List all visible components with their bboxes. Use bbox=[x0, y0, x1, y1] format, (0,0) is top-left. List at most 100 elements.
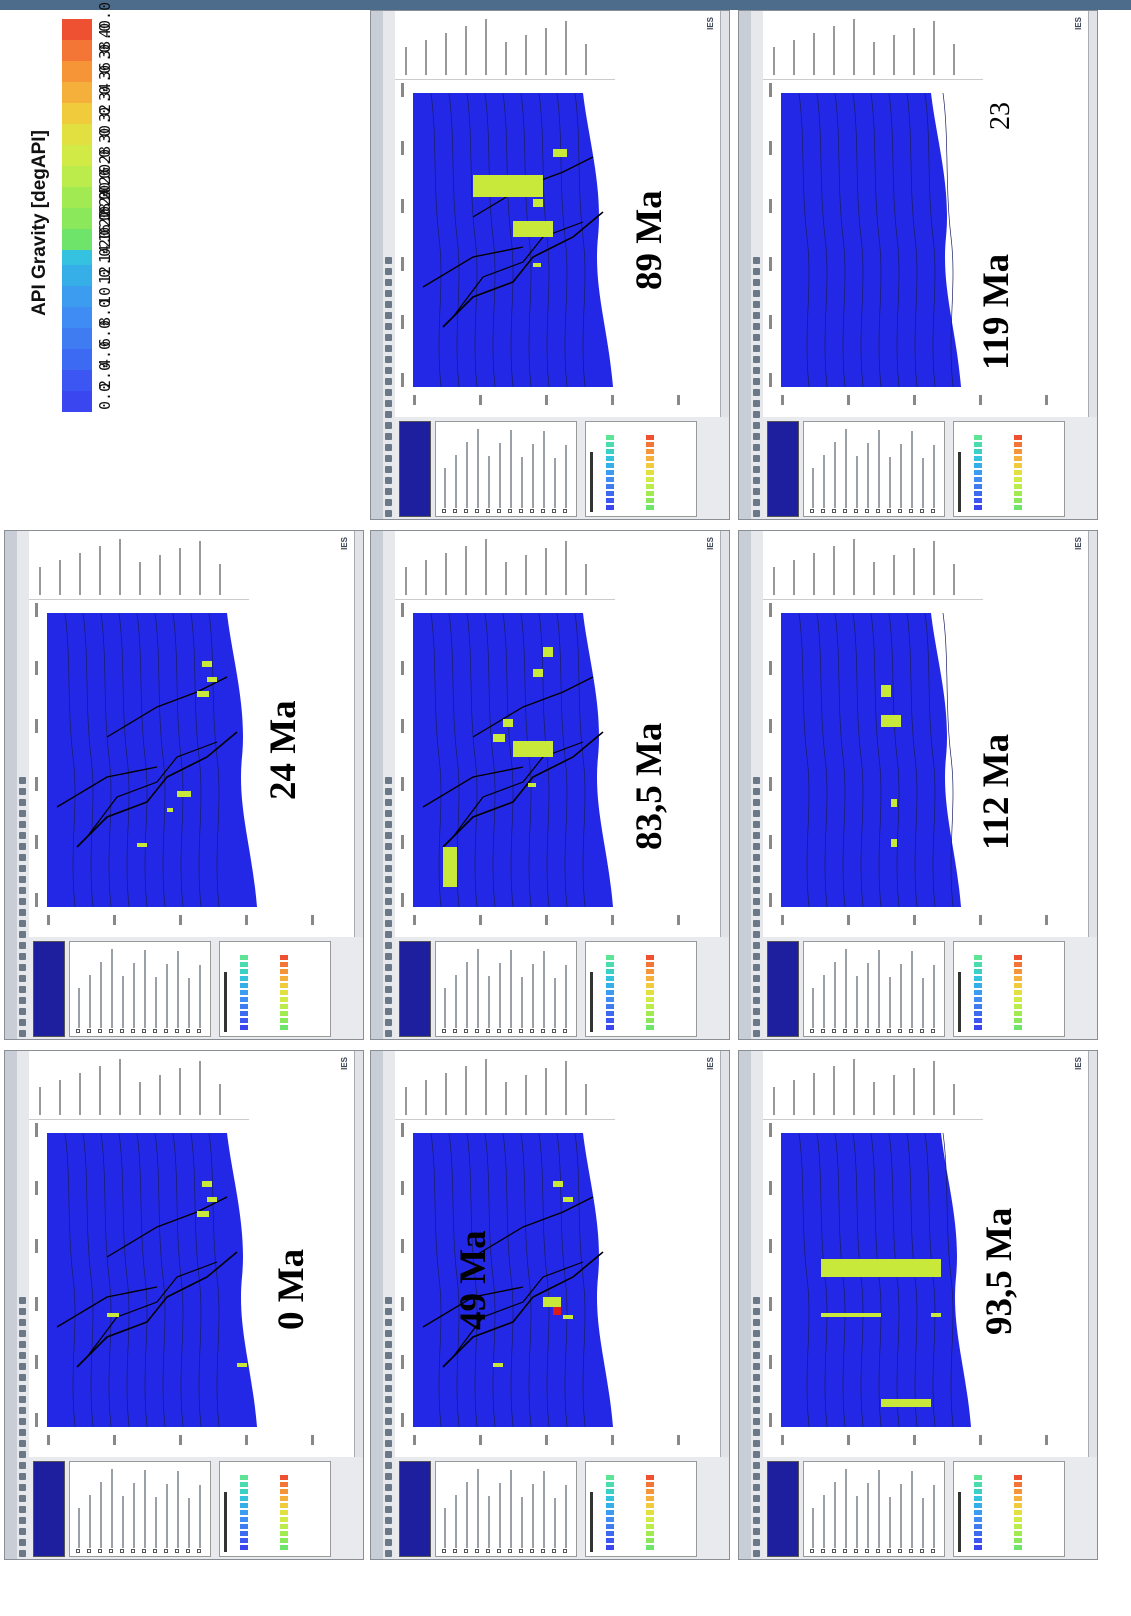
toolbar-tool-icon[interactable] bbox=[753, 920, 760, 927]
toolbar-tool-icon[interactable] bbox=[19, 1330, 26, 1337]
toolbar-tool-icon[interactable] bbox=[385, 777, 392, 784]
tree-checkbox[interactable] bbox=[832, 1029, 836, 1033]
toolbar-tool-icon[interactable] bbox=[385, 1019, 392, 1026]
tree-checkbox[interactable] bbox=[76, 1549, 80, 1553]
toolbar-tool-icon[interactable] bbox=[19, 1539, 26, 1546]
tree-checkbox[interactable] bbox=[876, 1549, 880, 1553]
tree-checkbox[interactable] bbox=[109, 1029, 113, 1033]
toolbar-tool-icon[interactable] bbox=[385, 843, 392, 850]
toolbar-tool-icon[interactable] bbox=[385, 1374, 392, 1381]
toolbar-tool-icon[interactable] bbox=[19, 942, 26, 949]
toolbar-tool-icon[interactable] bbox=[385, 854, 392, 861]
toolbar-tool-icon[interactable] bbox=[753, 499, 760, 506]
toolbar-tool-icon[interactable] bbox=[385, 1451, 392, 1458]
tree-checkbox[interactable] bbox=[541, 509, 545, 513]
tree-checkbox[interactable] bbox=[442, 509, 446, 513]
toolbar-tool-icon[interactable] bbox=[385, 433, 392, 440]
tree-checkbox[interactable] bbox=[109, 1549, 113, 1553]
toolbar-tool-icon[interactable] bbox=[19, 799, 26, 806]
toolbar-tool-icon[interactable] bbox=[385, 422, 392, 429]
toolbar-tool-icon[interactable] bbox=[753, 1341, 760, 1348]
toolbar-tool-icon[interactable] bbox=[385, 323, 392, 330]
tree-checkbox[interactable] bbox=[821, 509, 825, 513]
layer-tree[interactable] bbox=[435, 1461, 577, 1557]
toolbar-tool-icon[interactable] bbox=[19, 1528, 26, 1535]
toolbar-tool-icon[interactable] bbox=[753, 799, 760, 806]
toolbar-tool-icon[interactable] bbox=[753, 1385, 760, 1392]
toolbar-tool-icon[interactable] bbox=[385, 832, 392, 839]
tree-checkbox[interactable] bbox=[120, 1029, 124, 1033]
tree-checkbox[interactable] bbox=[898, 1029, 902, 1033]
toolbar-tool-icon[interactable] bbox=[753, 1019, 760, 1026]
panel-83-5ma[interactable]: IES bbox=[370, 530, 730, 1040]
tree-checkbox[interactable] bbox=[508, 1549, 512, 1553]
toolbar-tool-icon[interactable] bbox=[19, 986, 26, 993]
toolbar-tool-icon[interactable] bbox=[385, 444, 392, 451]
tree-checkbox[interactable] bbox=[442, 1549, 446, 1553]
toolbar-tool-icon[interactable] bbox=[385, 1330, 392, 1337]
toolbar-tool-icon[interactable] bbox=[385, 1473, 392, 1480]
tree-checkbox[interactable] bbox=[909, 1029, 913, 1033]
toolbar-tool-icon[interactable] bbox=[385, 477, 392, 484]
toolbar-tool-icon[interactable] bbox=[385, 1407, 392, 1414]
tree-checkbox[interactable] bbox=[120, 1549, 124, 1553]
toolbar-tool-icon[interactable] bbox=[753, 1396, 760, 1403]
panel-24ma[interactable]: IES bbox=[4, 530, 364, 1040]
toolbar-tool-icon[interactable] bbox=[19, 1396, 26, 1403]
tree-checkbox[interactable] bbox=[920, 509, 924, 513]
tree-checkbox[interactable] bbox=[887, 1549, 891, 1553]
toolbar-tool-icon[interactable] bbox=[385, 1550, 392, 1557]
tree-checkbox[interactable] bbox=[497, 1029, 501, 1033]
navigator-thumbnail[interactable] bbox=[767, 941, 799, 1037]
toolbar-tool-icon[interactable] bbox=[385, 279, 392, 286]
toolbar-tool-icon[interactable] bbox=[385, 887, 392, 894]
tree-checkbox[interactable] bbox=[931, 509, 935, 513]
toolbar-tool-icon[interactable] bbox=[753, 477, 760, 484]
toolbar-tool-icon[interactable] bbox=[753, 898, 760, 905]
toolbar-tool-icon[interactable] bbox=[385, 268, 392, 275]
tree-checkbox[interactable] bbox=[541, 1029, 545, 1033]
tree-checkbox[interactable] bbox=[131, 1549, 135, 1553]
toolbar-tool-icon[interactable] bbox=[753, 1506, 760, 1513]
toolbar-tool-icon[interactable] bbox=[753, 312, 760, 319]
tree-checkbox[interactable] bbox=[519, 1549, 523, 1553]
tree-checkbox[interactable] bbox=[497, 509, 501, 513]
tree-checkbox[interactable] bbox=[843, 509, 847, 513]
tree-checkbox[interactable] bbox=[442, 1029, 446, 1033]
layer-tree[interactable] bbox=[803, 421, 945, 517]
toolbar-tool-icon[interactable] bbox=[19, 1517, 26, 1524]
tree-checkbox[interactable] bbox=[453, 509, 457, 513]
toolbar-tool-icon[interactable] bbox=[753, 1473, 760, 1480]
tree-checkbox[interactable] bbox=[810, 1549, 814, 1553]
toolbar-tool-icon[interactable] bbox=[385, 345, 392, 352]
toolbar-tool-icon[interactable] bbox=[385, 810, 392, 817]
toolbar-tool-icon[interactable] bbox=[385, 378, 392, 385]
toolbar-tool-icon[interactable] bbox=[753, 1495, 760, 1502]
toolbar-tool-icon[interactable] bbox=[19, 1495, 26, 1502]
tree-checkbox[interactable] bbox=[821, 1029, 825, 1033]
toolbar-tool-icon[interactable] bbox=[19, 1319, 26, 1326]
navigator-thumbnail[interactable] bbox=[399, 941, 431, 1037]
toolbar-tool-icon[interactable] bbox=[753, 488, 760, 495]
toolbar-tool-icon[interactable] bbox=[753, 810, 760, 817]
toolbar-tool-icon[interactable] bbox=[753, 975, 760, 982]
toolbar-tool-icon[interactable] bbox=[385, 1517, 392, 1524]
tree-checkbox[interactable] bbox=[931, 1549, 935, 1553]
toolbar-tool-icon[interactable] bbox=[753, 422, 760, 429]
tree-checkbox[interactable] bbox=[909, 1549, 913, 1553]
toolbar-tool-icon[interactable] bbox=[753, 1550, 760, 1557]
tree-checkbox[interactable] bbox=[76, 1029, 80, 1033]
tree-checkbox[interactable] bbox=[197, 1549, 201, 1553]
toolbar-tool-icon[interactable] bbox=[753, 466, 760, 473]
toolbar-tool-icon[interactable] bbox=[385, 1297, 392, 1304]
tree-checkbox[interactable] bbox=[508, 1029, 512, 1033]
toolbar-tool-icon[interactable] bbox=[753, 334, 760, 341]
toolbar-tool-icon[interactable] bbox=[385, 1363, 392, 1370]
layer-tree[interactable] bbox=[803, 941, 945, 1037]
toolbar-tool-icon[interactable] bbox=[19, 810, 26, 817]
tree-checkbox[interactable] bbox=[519, 1029, 523, 1033]
toolbar-tool-icon[interactable] bbox=[753, 1407, 760, 1414]
tree-checkbox[interactable] bbox=[854, 1549, 858, 1553]
toolbar-tool-icon[interactable] bbox=[385, 986, 392, 993]
toolbar-tool-icon[interactable] bbox=[385, 942, 392, 949]
